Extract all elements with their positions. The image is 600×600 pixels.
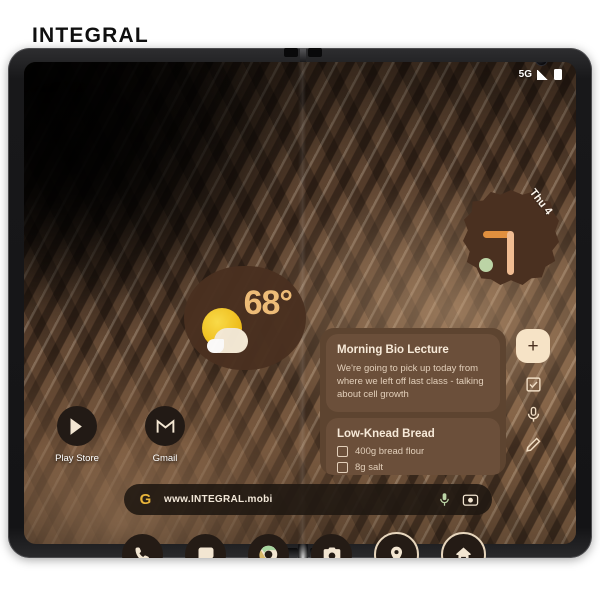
notes-widget[interactable]: Morning Bio Lecture We're going to pick … (320, 328, 506, 475)
weather-widget[interactable]: 68° (184, 266, 306, 370)
dock-phone-button[interactable] (122, 534, 163, 558)
microphone-icon[interactable] (437, 492, 452, 507)
dock-messages-button[interactable] (185, 534, 226, 558)
battery-full-icon (554, 69, 562, 80)
google-lens-camera-icon[interactable] (462, 491, 479, 508)
google-g-icon: G (139, 491, 152, 508)
dock (122, 532, 486, 558)
note-card[interactable]: Morning Bio Lecture We're going to pick … (326, 334, 500, 412)
app-label: Play Store (55, 453, 99, 464)
hinge-seam-top (300, 48, 306, 62)
checkbox-icon[interactable] (337, 462, 348, 473)
home-app-grid: Play Store Gmail (48, 406, 194, 464)
brand-logo: INTEGRAL (32, 24, 149, 47)
hinge-notch-top-right (308, 48, 322, 57)
clock-accent-dot (479, 258, 493, 272)
note-title: Morning Bio Lecture (337, 344, 449, 356)
app-play-store[interactable]: Play Store (48, 406, 106, 464)
checklist-item-label: 400g bread flour (355, 446, 425, 457)
dock-maps-button[interactable] (374, 532, 419, 558)
note-checklist-item[interactable]: 400g bread flour (337, 446, 489, 457)
clock-minute-hand (507, 231, 514, 275)
notes-toolbar: + (513, 329, 553, 453)
add-note-button[interactable]: + (516, 329, 550, 363)
note-body: We're going to pick up today from where … (337, 363, 484, 400)
dock-chrome-button[interactable] (248, 534, 289, 558)
clock-widget[interactable]: Thu 4 (463, 187, 559, 286)
weather-temperature: 68° (243, 284, 293, 322)
signal-bars-icon (537, 69, 549, 80)
checklist-item-label: 8g salt (355, 462, 383, 473)
hinge-notch-top-left (284, 48, 298, 57)
dock-camera-button[interactable] (311, 534, 352, 558)
app-gmail[interactable]: Gmail (136, 406, 194, 464)
microphone-icon[interactable] (525, 406, 542, 423)
note-card[interactable]: Low-Knead Bread 400g bread flour 8g salt (326, 418, 500, 475)
app-label: Gmail (152, 453, 178, 464)
search-bar[interactable]: G www.INTEGRAL.mobi (124, 484, 492, 515)
note-checklist-item[interactable]: 8g salt (337, 462, 489, 473)
network-label: 5G (518, 69, 532, 80)
foldable-device-frame: 5G 68° Thu 4 Morning Bio Lecture We're g… (8, 48, 592, 558)
checkbox-icon[interactable] (337, 446, 348, 457)
cloud-icon (207, 328, 248, 353)
gmail-icon[interactable] (145, 406, 185, 446)
note-title: Low-Knead Bread (337, 428, 435, 440)
play-store-icon[interactable] (57, 406, 97, 446)
status-bar: 5G (519, 69, 562, 80)
search-input[interactable]: www.INTEGRAL.mobi (164, 494, 427, 505)
pencil-icon[interactable] (525, 436, 542, 453)
checkbox-checked-icon[interactable] (525, 376, 542, 393)
dock-home-button[interactable] (441, 532, 486, 558)
